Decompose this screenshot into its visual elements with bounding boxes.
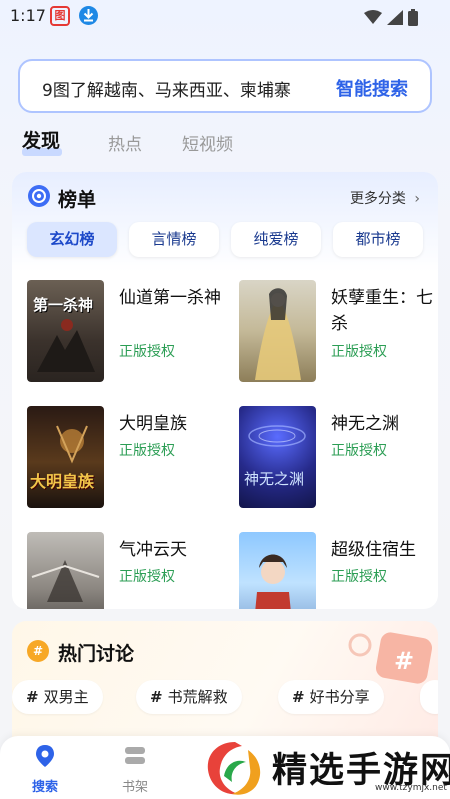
chip-chunai[interactable]: 纯爱榜 xyxy=(231,222,321,257)
chevron-right-icon: › xyxy=(414,191,420,207)
book-item[interactable]: 大明皇族 大明皇族 正版授权 xyxy=(27,406,227,508)
tab-short-video[interactable]: 短视频 xyxy=(182,130,233,155)
book-license-tag: 正版授权 xyxy=(331,344,387,360)
search-input[interactable]: 9图了解越南、马来西亚、柬埔寨 智能搜索 xyxy=(18,59,432,113)
book-title: 神无之渊 xyxy=(331,414,399,434)
more-categories-label: 更多分类 xyxy=(349,191,406,207)
status-indicators xyxy=(363,7,418,26)
book-item[interactable]: 气冲云天 正版授权 xyxy=(27,532,227,609)
status-bar: 1:17 图 xyxy=(0,0,450,30)
book-cover xyxy=(239,280,316,382)
topic-chip[interactable]: # 双男主 xyxy=(12,680,103,714)
tab-discover[interactable]: 发现 xyxy=(22,126,62,156)
book-item[interactable]: 第一杀神 仙道第一杀神 正版授权 xyxy=(27,280,227,382)
book-license-tag: 正版授权 xyxy=(331,443,387,459)
smart-search-button[interactable]: 智能搜索 xyxy=(336,75,408,101)
book-cover xyxy=(239,532,316,609)
cover-title-text: 神无之渊 xyxy=(244,470,305,488)
book-cover: 神无之渊 xyxy=(239,406,316,508)
book-license-tag: 正版授权 xyxy=(119,443,175,459)
topic-label: 双男主 xyxy=(43,688,89,706)
watermark-url: www.tzymjx.net xyxy=(375,783,447,793)
wifi-icon xyxy=(363,10,382,24)
tab-hot[interactable]: 热点 xyxy=(108,130,142,155)
cover-title-text: 大明皇族 xyxy=(30,472,95,491)
location-pin-icon xyxy=(36,745,54,767)
book-item[interactable]: 超级住宿生 正版授权 xyxy=(239,532,438,609)
book-title: 气冲云天 xyxy=(119,540,187,560)
svg-text:#: # xyxy=(394,647,414,675)
topic-chip-partial[interactable] xyxy=(420,680,438,714)
chip-dushi[interactable]: 都市榜 xyxy=(333,222,423,257)
book-cover: 第一杀神 xyxy=(27,280,104,382)
cover-title-text: 第一杀神 xyxy=(33,296,94,314)
book-title: 妖孽重生：七杀 xyxy=(331,288,433,334)
ranking-card: 榜单 更多分类 › 玄幻榜 言情榜 纯爱榜 都市榜 第一杀神 仙道第一杀神 正版… xyxy=(12,172,438,609)
nav-label: 书架 xyxy=(121,780,148,795)
book-item[interactable]: 妖孽重生：七杀 正版授权 xyxy=(239,280,438,382)
book-license-tag: 正版授权 xyxy=(119,344,175,360)
nav-bookshelf[interactable]: 书架 xyxy=(110,744,160,795)
nav-label: 搜索 xyxy=(31,780,58,795)
topic-label: 好书分享 xyxy=(309,688,370,706)
bookshelf-icon xyxy=(125,747,145,764)
ranking-icon xyxy=(28,185,50,207)
book-license-tag: 正版授权 xyxy=(119,569,175,585)
hash-badge-icon: # xyxy=(27,640,49,662)
search-query-text: 9图了解越南、马来西亚、柬埔寨 xyxy=(42,81,291,101)
hash-icon: # xyxy=(150,688,163,706)
more-categories-link[interactable]: 更多分类 › xyxy=(350,188,420,208)
topic-chip[interactable]: # 好书分享 xyxy=(278,680,384,714)
topic-label: 书荒解救 xyxy=(167,688,228,706)
book-title: 大明皇族 xyxy=(119,414,187,434)
chip-yanqing[interactable]: 言情榜 xyxy=(129,222,219,257)
notification-app-icon: 图 xyxy=(50,6,70,26)
hash-icon: # xyxy=(26,688,39,706)
nav-search[interactable]: 搜索 xyxy=(20,744,70,795)
tab-label: 发现 xyxy=(22,130,61,152)
status-time: 1:17 xyxy=(10,6,46,25)
book-title: 仙道第一杀神 xyxy=(119,288,221,308)
watermark-logo-icon xyxy=(207,742,261,795)
download-icon xyxy=(79,6,98,25)
book-title: 超级住宿生 xyxy=(331,540,416,560)
book-cover xyxy=(27,532,104,609)
book-license-tag: 正版授权 xyxy=(331,569,387,585)
hot-discussions-title: 热门讨论 xyxy=(58,643,135,665)
battery-icon xyxy=(408,9,418,26)
topic-chip[interactable]: # 书荒解救 xyxy=(136,680,242,714)
ranking-title: 榜单 xyxy=(58,189,97,211)
tab-label: 热点 xyxy=(108,135,142,155)
book-item[interactable]: 神无之渊 神无之渊 正版授权 xyxy=(239,406,438,508)
chip-xuanhuan[interactable]: 玄幻榜 xyxy=(27,222,117,257)
book-cover: 大明皇族 xyxy=(27,406,104,508)
hash-icon: # xyxy=(292,688,305,706)
signal-icon xyxy=(386,10,403,25)
watermark: 精选手游网 www.tzymjx.net xyxy=(200,736,450,799)
tab-label: 短视频 xyxy=(182,135,233,155)
